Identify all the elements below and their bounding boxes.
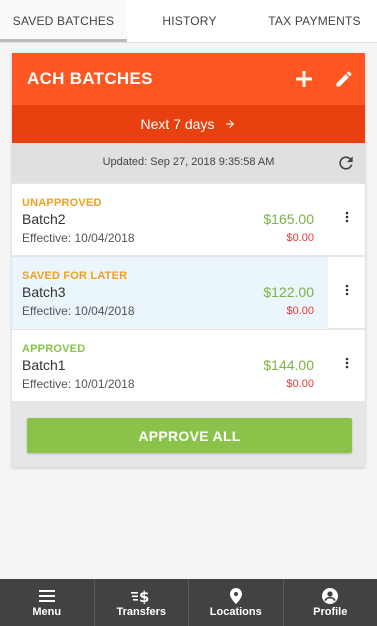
batch-more-button[interactable] (336, 352, 358, 374)
batch-status: SAVED FOR LATER (22, 270, 128, 282)
nav-menu-label: Menu (32, 606, 62, 618)
tab-bar: SAVED BATCHES HISTORY TAX PAYMENTS (0, 0, 377, 43)
batch-secondary-amount: $0.00 (286, 232, 314, 244)
nav-transfers[interactable]: $ Transfers (95, 579, 189, 626)
plus-icon (296, 71, 312, 87)
batch-effective-date: Effective: 10/04/2018 (22, 231, 135, 245)
refresh-icon (339, 156, 353, 170)
batch-more-button[interactable] (336, 206, 358, 228)
nav-profile[interactable]: Profile (284, 579, 377, 626)
batch-secondary-amount: $0.00 (286, 378, 314, 390)
batch-amount: $144.00 (263, 357, 314, 373)
tab-saved-batches[interactable]: SAVED BATCHES (0, 0, 127, 42)
batch-effective-date: Effective: 10/01/2018 (22, 377, 135, 391)
batch-amount: $122.00 (263, 284, 314, 300)
location-pin-icon (229, 587, 242, 605)
last-updated-text: Updated: Sep 27, 2018 9:35:58 AM (102, 156, 275, 168)
more-vert-icon (345, 284, 349, 296)
card-header: ACH BATCHES (12, 53, 365, 105)
add-batch-button[interactable] (290, 65, 318, 93)
updated-bar: Updated: Sep 27, 2018 9:35:58 AM (12, 143, 365, 183)
date-range-label: Next 7 days (140, 116, 215, 132)
batch-more-button[interactable] (336, 279, 358, 301)
ach-batches-card: ACH BATCHES Next 7 days Updated: Sep 27,… (12, 53, 365, 467)
batch-row[interactable]: UNAPPROVED Batch2 Effective: 10/04/2018 … (12, 184, 365, 256)
nav-locations[interactable]: Locations (189, 579, 284, 626)
menu-icon (38, 587, 55, 605)
nav-menu[interactable]: Menu (0, 579, 95, 626)
date-range-selector[interactable]: Next 7 days (12, 105, 365, 143)
batch-name: Batch3 (22, 284, 66, 300)
batch-secondary-amount: $0.00 (286, 305, 314, 317)
nav-locations-label: Locations (209, 606, 262, 618)
arrow-right-icon (224, 118, 236, 130)
profile-icon (322, 587, 339, 605)
batch-row[interactable]: SAVED FOR LATER Batch3 Effective: 10/04/… (12, 257, 365, 329)
nav-transfers-label: Transfers (116, 606, 167, 618)
batch-row-content: APPROVED Batch1 Effective: 10/01/2018 $1… (12, 330, 328, 402)
batch-row[interactable]: APPROVED Batch1 Effective: 10/01/2018 $1… (12, 330, 365, 402)
pencil-icon (336, 71, 352, 87)
tab-history[interactable]: HISTORY (127, 0, 252, 42)
more-vert-icon (345, 357, 349, 369)
batch-row-content: UNAPPROVED Batch2 Effective: 10/04/2018 … (12, 184, 328, 256)
transfers-icon: $ (131, 587, 151, 605)
bottom-nav: Menu $ Transfers Locations Profile (0, 579, 377, 626)
batch-status: APPROVED (22, 343, 86, 355)
nav-profile-label: Profile (313, 606, 348, 618)
tab-tax-payments[interactable]: TAX PAYMENTS (252, 0, 377, 42)
batch-amount: $165.00 (263, 211, 314, 227)
batch-effective-date: Effective: 10/04/2018 (22, 304, 135, 318)
batch-status: UNAPPROVED (22, 197, 102, 209)
svg-text:$: $ (139, 588, 149, 604)
edit-batches-button[interactable] (330, 65, 358, 93)
batch-row-content: SAVED FOR LATER Batch3 Effective: 10/04/… (12, 257, 328, 329)
approve-all-button[interactable]: APPROVE ALL (27, 418, 352, 453)
card-title: ACH BATCHES (27, 69, 153, 88)
more-vert-icon (345, 211, 349, 223)
batch-name: Batch2 (22, 211, 66, 227)
batch-name: Batch1 (22, 357, 66, 373)
refresh-button[interactable] (335, 152, 357, 174)
